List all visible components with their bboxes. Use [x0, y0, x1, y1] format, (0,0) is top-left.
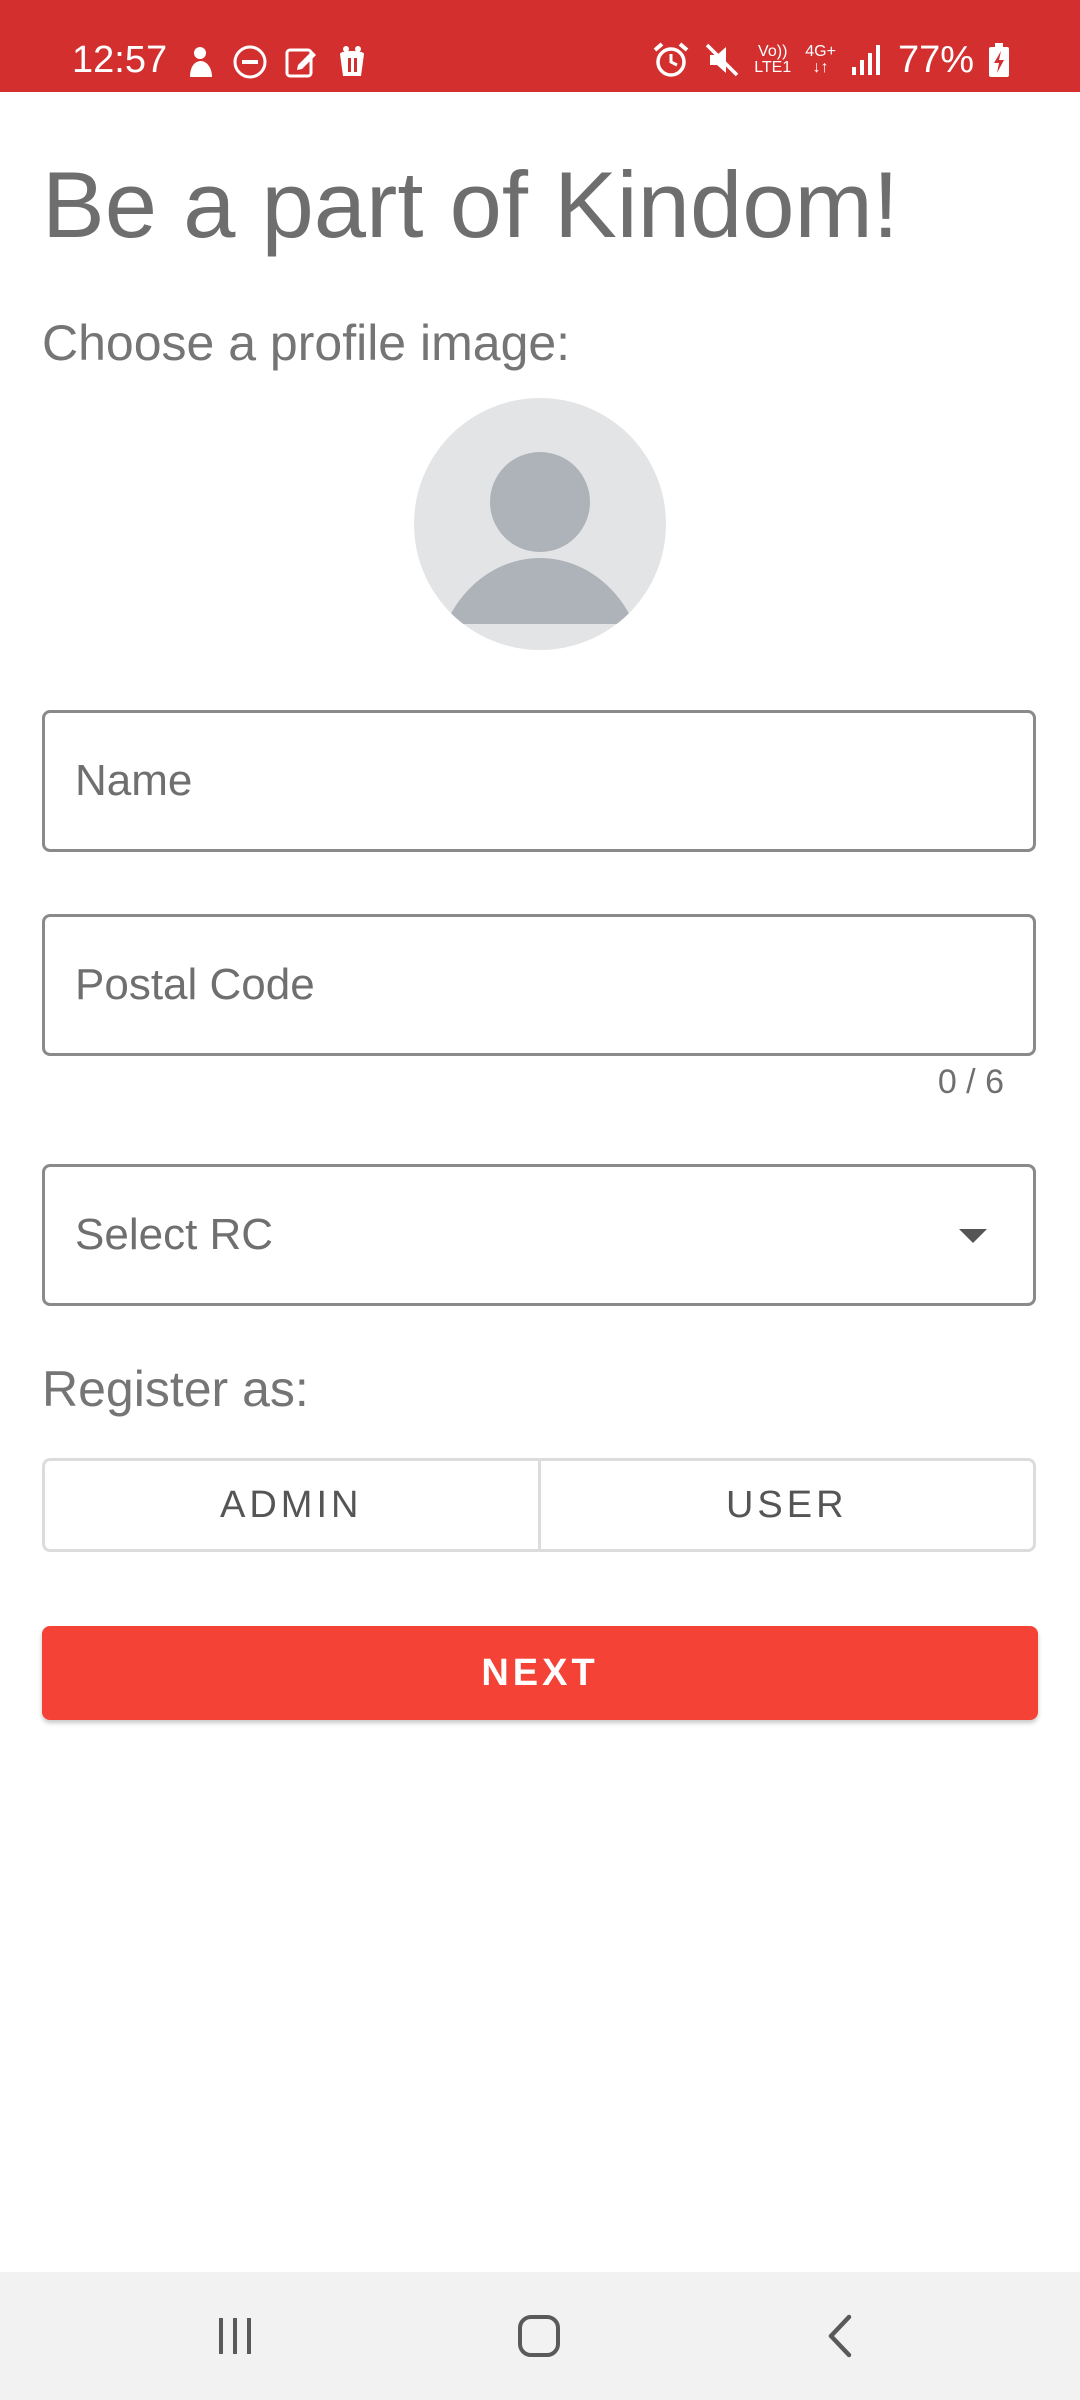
battery-percentage: 77%	[897, 39, 974, 81]
network-type-label: 4G+	[805, 43, 836, 60]
alarm-icon	[652, 41, 690, 79]
role-toggle-group: ADMIN USER	[42, 1458, 1036, 1552]
status-time: 12:57	[72, 39, 168, 81]
home-button[interactable]	[484, 2296, 594, 2376]
status-bar: 12:57 Vo)) LTE1 4G+ ↓↑ 77%	[0, 0, 1080, 92]
page-title: Be a part of Kindom!	[42, 152, 899, 257]
select-rc-label: Select RC	[75, 1210, 274, 1259]
signal-icon	[850, 43, 884, 77]
home-icon	[518, 2315, 560, 2357]
network-lte: LTE1	[754, 59, 792, 76]
register-as-label: Register as:	[42, 1361, 309, 1417]
dropdown-arrow-icon	[959, 1229, 987, 1243]
select-rc-dropdown[interactable]: Select RC	[42, 1164, 1036, 1306]
postal-code-field[interactable]	[42, 914, 1036, 1056]
mute-icon	[704, 42, 740, 78]
app-notification-icon	[334, 44, 370, 80]
do-not-disturb-icon	[232, 44, 268, 80]
battery-charging-icon	[988, 42, 1010, 78]
next-button[interactable]: NEXT	[42, 1626, 1038, 1720]
back-button[interactable]	[786, 2296, 896, 2376]
status-icons-left	[186, 40, 370, 84]
postal-code-input[interactable]	[45, 917, 1033, 1053]
data-arrows-icon: ↓↑	[812, 59, 829, 76]
profile-image-label: Choose a profile image:	[42, 315, 571, 371]
avatar-placeholder-icon	[446, 452, 634, 624]
person-notification-icon	[186, 45, 216, 79]
network-type: 4G+ ↓↑	[805, 44, 836, 76]
name-input[interactable]	[45, 713, 1033, 849]
navigation-bar	[0, 2272, 1080, 2400]
user-role-button[interactable]: USER	[537, 1461, 1034, 1549]
admin-role-button[interactable]: ADMIN	[45, 1461, 538, 1549]
recents-button[interactable]	[180, 2296, 290, 2376]
name-field[interactable]	[42, 710, 1036, 852]
back-icon	[828, 2314, 852, 2358]
status-icons-right: Vo)) LTE1 4G+ ↓↑ 77%	[652, 38, 1010, 82]
profile-image-picker[interactable]	[414, 398, 666, 650]
network-indicator: Vo)) LTE1	[754, 44, 791, 76]
recents-icon	[219, 2318, 251, 2354]
network-volte: Vo))	[758, 43, 788, 60]
edit-icon	[284, 45, 318, 79]
postal-code-counter: 0 / 6	[937, 1063, 1004, 1101]
